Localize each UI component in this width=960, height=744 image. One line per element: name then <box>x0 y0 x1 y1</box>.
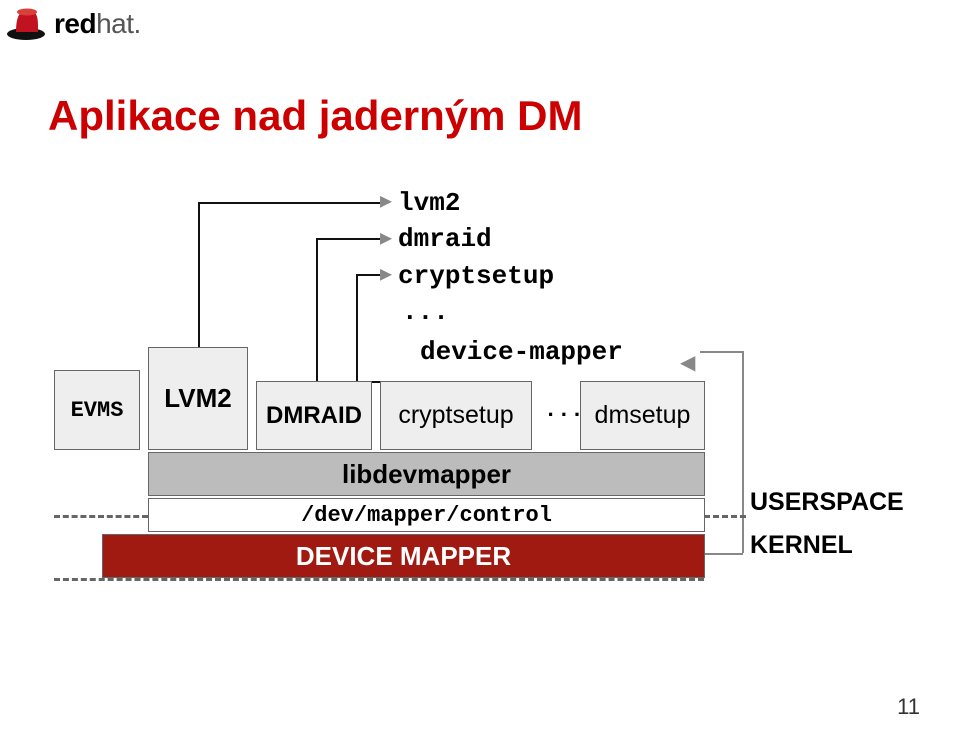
box-dmraid: DMRAID <box>256 381 372 450</box>
cmd-cryptsetup: ▶ cryptsetup <box>380 258 554 294</box>
box-cryptsetup: cryptsetup <box>380 381 532 450</box>
cmd-dmraid: ▶ dmraid <box>380 221 554 257</box>
triangle-left-icon: ◀ <box>680 350 695 375</box>
dashed-separator <box>54 515 148 518</box>
dashed-separator <box>704 515 746 518</box>
label-kernel: KERNEL <box>750 524 904 567</box>
cmd-lvm2-label: lvm2 <box>398 185 460 221</box>
box-device-mapper: DEVICE MAPPER <box>102 534 705 578</box>
brand-header: redhat. <box>6 6 141 42</box>
label-userspace: USERSPACE <box>750 481 904 524</box>
cmd-lvm2: ▶ lvm2 <box>380 185 554 221</box>
connector-line <box>316 238 318 381</box>
connector-line <box>700 351 742 353</box>
connector-line <box>316 238 380 240</box>
triangle-right-icon: ▶ <box>380 226 392 254</box>
box-evms: EVMS <box>54 370 140 450</box>
brand-bold: red <box>54 8 96 39</box>
cmd-dmraid-label: dmraid <box>398 221 492 257</box>
architecture-diagram: ▶ lvm2 ▶ dmraid ▶ cryptsetup ... device-… <box>0 175 960 655</box>
cmd-dots: ... <box>380 294 554 330</box>
box-lvm2: LVM2 <box>148 347 248 450</box>
redhat-fedora-icon <box>6 6 46 42</box>
connector-line <box>198 202 200 347</box>
connector-line <box>742 351 744 553</box>
box-row-dots: ... <box>544 398 584 423</box>
connector-line <box>198 202 380 204</box>
triangle-right-icon: ▶ <box>380 189 392 217</box>
connector-line <box>705 553 743 555</box>
cmd-device-mapper: device-mapper <box>420 337 623 367</box>
connector-line <box>356 274 358 381</box>
command-list: ▶ lvm2 ▶ dmraid ▶ cryptsetup ... <box>380 185 554 331</box>
box-libdevmapper: libdevmapper <box>148 452 705 496</box>
dashed-separator <box>54 578 704 581</box>
side-labels: USERSPACE KERNEL <box>750 481 904 566</box>
brand-text: redhat. <box>54 8 141 40</box>
box-dmsetup: dmsetup <box>580 381 705 450</box>
page-title: Aplikace nad jaderným DM <box>48 92 583 140</box>
cmd-cryptsetup-label: cryptsetup <box>398 258 554 294</box>
connector-line <box>356 274 380 276</box>
cmd-dots-label: ... <box>402 294 449 330</box>
triangle-right-icon: ▶ <box>380 262 392 290</box>
brand-light: hat. <box>96 8 141 39</box>
box-dev-mapper-control: /dev/mapper/control <box>148 498 705 532</box>
page-number: 11 <box>897 694 920 720</box>
